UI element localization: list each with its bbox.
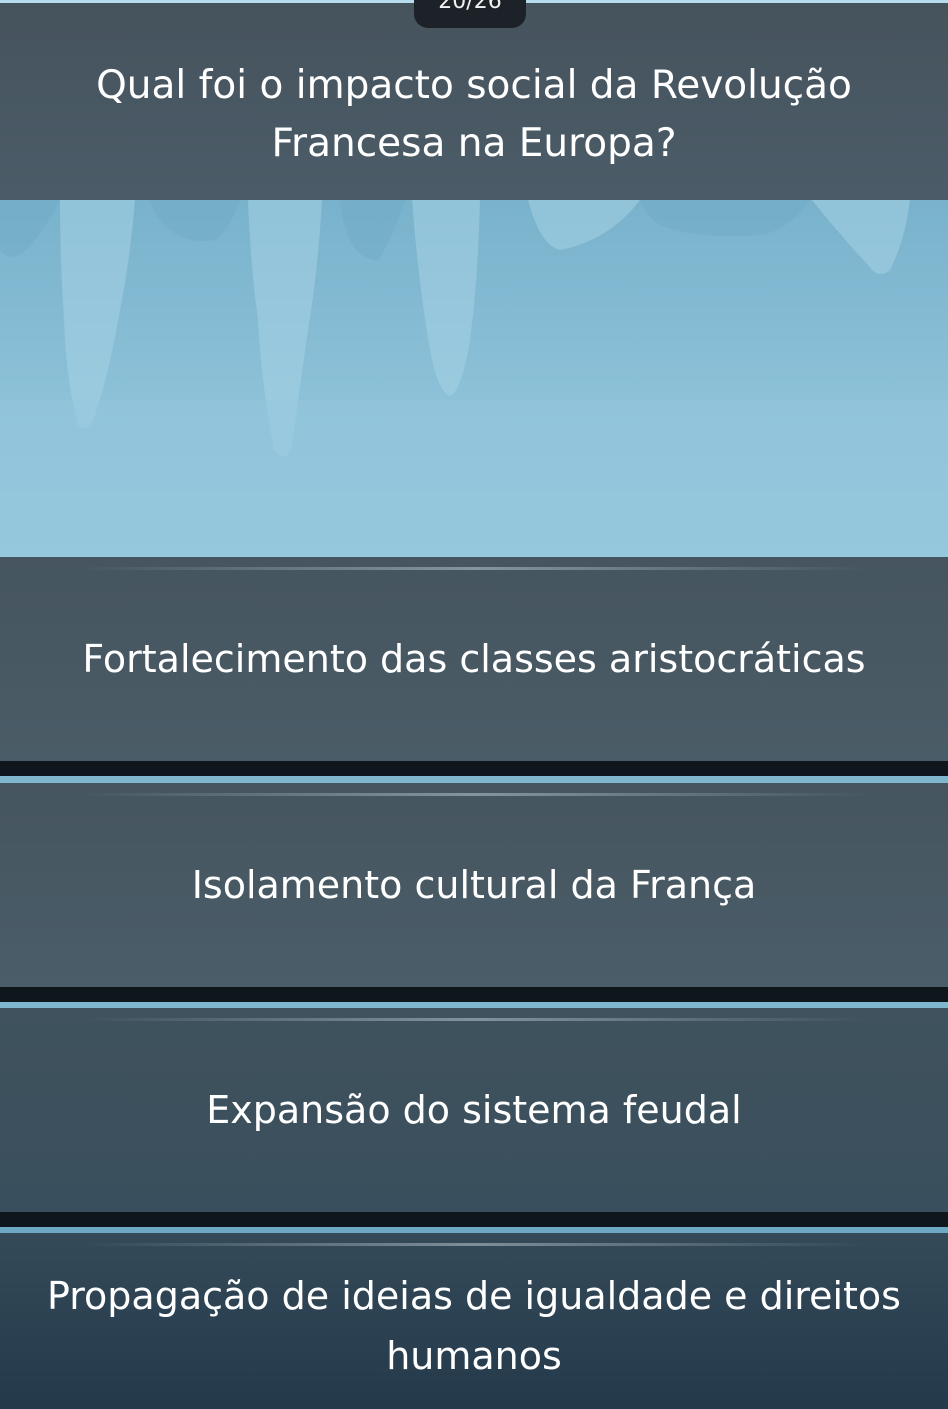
answer-option-2-label: Isolamento cultural da França [191, 863, 757, 907]
answer-highlight-line [80, 567, 868, 570]
question-counter: 20/26 [414, 0, 526, 28]
question-panel: Qual foi o impacto social da Revolução F… [0, 3, 948, 200]
answer-divider [0, 761, 948, 783]
question-text: Qual foi o impacto social da Revolução F… [96, 62, 852, 166]
answer-option-4-label: Propagação de ideias de igualdade e dire… [47, 1274, 901, 1378]
answer-option-1[interactable]: Fortalecimento das classes aristocrática… [0, 557, 948, 761]
answer-highlight-line [80, 1018, 868, 1021]
answer-option-2[interactable]: Isolamento cultural da França [0, 783, 948, 987]
question-image [0, 200, 948, 557]
question-counter-text: 20/26 [438, 0, 502, 14]
answer-option-3[interactable]: Expansão do sistema feudal [0, 1008, 948, 1212]
answer-highlight-line [80, 1243, 868, 1246]
answer-option-4[interactable]: Propagação de ideias de igualdade e dire… [0, 1233, 948, 1409]
answer-divider [0, 987, 948, 1009]
answer-highlight-line [80, 793, 868, 796]
answer-option-1-label: Fortalecimento das classes aristocrática… [82, 637, 866, 681]
icicle-background-graphic [0, 200, 948, 557]
answer-divider [0, 1212, 948, 1234]
answer-option-3-label: Expansão do sistema feudal [206, 1088, 742, 1132]
